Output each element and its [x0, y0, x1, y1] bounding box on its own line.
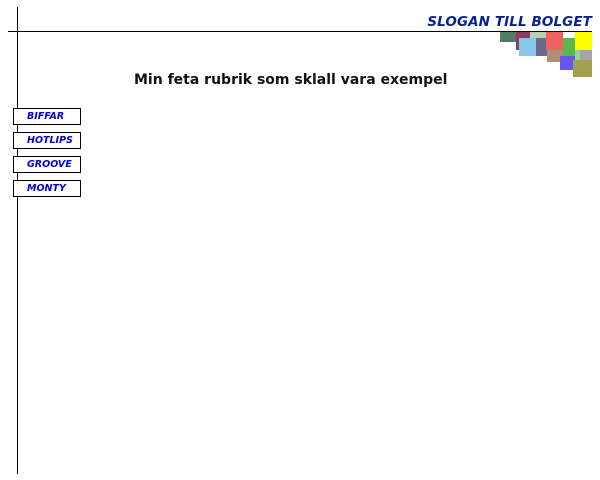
- decor-square: [530, 32, 546, 38]
- decor-square: [563, 38, 575, 56]
- nav-button-monty[interactable]: MONTY: [13, 180, 81, 197]
- decor-square: [546, 32, 563, 50]
- decor-square: [573, 60, 592, 77]
- decor-square: [575, 32, 592, 50]
- decor-square: [580, 50, 592, 60]
- decor-square: [560, 56, 578, 70]
- decor-square: [575, 50, 592, 60]
- decor-square: [500, 32, 516, 42]
- decor-square: [547, 50, 563, 62]
- decor-square: [536, 38, 547, 56]
- decor-square: [519, 38, 536, 56]
- decor-square: [516, 32, 530, 50]
- nav-button-biffar[interactable]: BIFFAR: [13, 108, 81, 125]
- horizontal-frame-line: [8, 31, 592, 32]
- nav-button-groove[interactable]: GROOVE: [13, 156, 81, 173]
- nav-button-hotlips[interactable]: HOTLIPS: [13, 132, 81, 149]
- navigation-menu: BIFFAR HOTLIPS GROOVE MONTY: [13, 108, 81, 204]
- vertical-frame-line: [17, 7, 18, 474]
- page-title: Min feta rubrik som sklall vara exempel: [134, 72, 448, 88]
- slogan: SLOGAN TILL BOLGET: [427, 14, 592, 30]
